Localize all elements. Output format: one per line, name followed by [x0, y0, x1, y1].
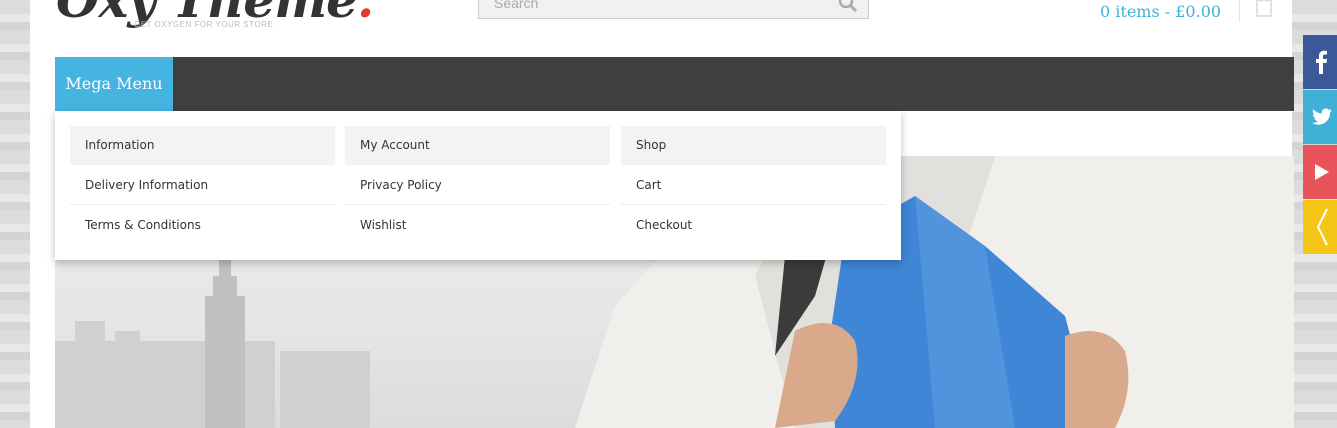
main-navbar: Mega Menu	[55, 57, 1294, 111]
chevron-left-icon	[1316, 208, 1328, 246]
menu-link-checkout[interactable]: Checkout	[621, 205, 886, 245]
search-bar	[478, 0, 869, 19]
twitter-button[interactable]	[1303, 90, 1337, 144]
search-icon[interactable]	[838, 0, 858, 13]
social-toggle-button[interactable]	[1303, 200, 1337, 254]
menu-link-wishlist[interactable]: Wishlist	[345, 205, 610, 245]
shopping-bag-icon[interactable]	[1254, 0, 1274, 18]
mega-menu-column-my-account: My Account Privacy Policy Wishlist	[345, 126, 610, 245]
youtube-button[interactable]	[1303, 145, 1337, 199]
search-input[interactable]	[479, 0, 829, 18]
menu-heading-my-account[interactable]: My Account	[345, 126, 610, 165]
mega-menu-button[interactable]: Mega Menu	[55, 57, 173, 111]
cart-total-link[interactable]: 0 items - £0.00	[1100, 2, 1221, 21]
twitter-icon	[1312, 108, 1332, 125]
page-background-left	[0, 0, 30, 428]
menu-heading-shop[interactable]: Shop	[621, 126, 886, 165]
menu-link-privacy-policy[interactable]: Privacy Policy	[345, 165, 610, 205]
logo-dot: .	[357, 0, 374, 29]
facebook-button[interactable]	[1303, 35, 1337, 89]
mega-menu-column-shop: Shop Cart Checkout	[621, 126, 886, 245]
page-wrapper: Oxy Theme. GET OXYGEN FOR YOUR STORE 0 i…	[30, 0, 1294, 428]
cart-divider	[1239, 0, 1240, 22]
mega-menu-column-information: Information Delivery Information Terms &…	[70, 126, 335, 245]
play-icon	[1315, 164, 1329, 180]
menu-link-cart[interactable]: Cart	[621, 165, 886, 205]
facebook-icon	[1316, 50, 1327, 74]
menu-heading-information[interactable]: Information	[70, 126, 335, 165]
logo-tagline: GET OXYGEN FOR YOUR STORE	[134, 20, 274, 29]
mega-menu-dropdown: Information Delivery Information Terms &…	[55, 111, 901, 260]
menu-link-delivery-information[interactable]: Delivery Information	[70, 165, 335, 205]
menu-link-terms-conditions[interactable]: Terms & Conditions	[70, 205, 335, 245]
